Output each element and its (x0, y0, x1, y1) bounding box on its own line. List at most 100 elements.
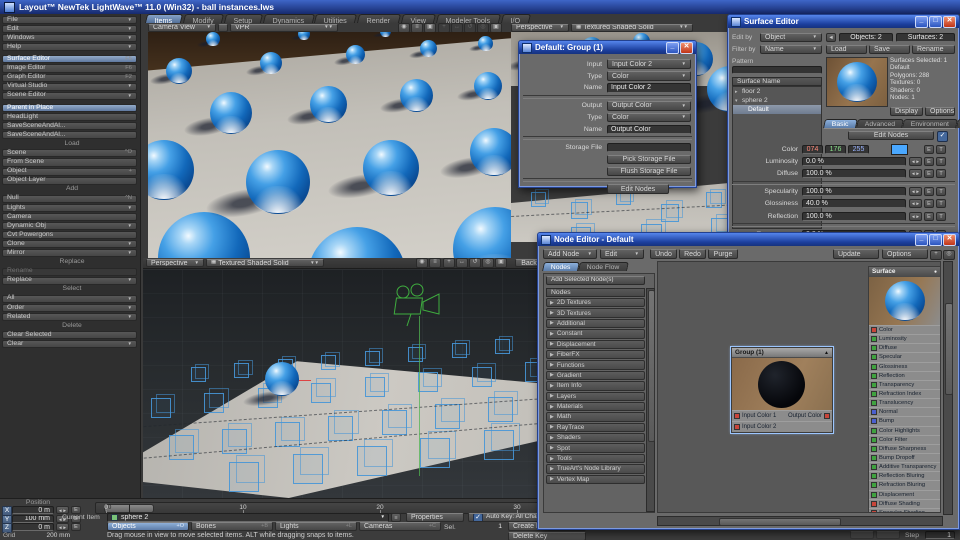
close-icon[interactable]: ✕ (943, 16, 956, 28)
nudge-buttons[interactable]: ◄► (909, 199, 922, 208)
nudge-buttons[interactable]: ◄► (56, 523, 69, 531)
tab-items[interactable]: Items (145, 14, 183, 23)
port-transparency[interactable]: Transparency (869, 380, 940, 389)
sidebar-item-from-scene[interactable]: From Scene (2, 158, 137, 166)
properties-button[interactable]: Properties (406, 513, 464, 522)
node-category-vertex-map[interactable]: ▶Vertex Map (546, 475, 645, 484)
envelope-button[interactable]: E (924, 187, 934, 196)
node-category-math[interactable]: ▶Math (546, 412, 645, 421)
pan-icon[interactable]: + (438, 23, 450, 33)
edit-nodes-checkbox[interactable]: ✓ (937, 131, 948, 142)
vp1-view-dropdown[interactable]: Camera View▼ (148, 24, 216, 32)
sidebar-item-savesceneandal-[interactable]: SaveSceneAndAl... (2, 122, 137, 130)
dialog-button-edit-nodes[interactable]: Edit Nodes (607, 184, 669, 194)
envelope-button[interactable]: E (71, 506, 81, 514)
texture-button[interactable]: T (936, 169, 946, 178)
node-category-materials[interactable]: ▶Materials (546, 402, 645, 411)
maximize-icon[interactable]: □ (929, 16, 942, 28)
cameras-filter-button[interactable]: Cameras+C (359, 522, 441, 531)
nodes-panel-scrollbar[interactable] (646, 288, 655, 512)
vp1-rendermode-dropdown[interactable]: VPR▼▼ (230, 24, 338, 32)
sidebar-item-dynamic-obj[interactable]: Dynamic Obj▼ (2, 222, 137, 230)
tab-dynamics[interactable]: Dynamics (262, 14, 314, 23)
sidebar-item-edit[interactable]: Edit▼ (2, 25, 137, 33)
load-button[interactable]: Load (826, 45, 867, 54)
surface-preview[interactable] (826, 57, 888, 107)
param-value[interactable]: 0.0 % (802, 157, 906, 166)
camera-wireframe-icon[interactable] (381, 280, 451, 330)
options-button[interactable]: Options (925, 107, 955, 116)
surface-list-item[interactable]: ▸floor 2 (733, 87, 821, 96)
delete-key-button[interactable]: Delete Key (508, 532, 586, 540)
texture-button[interactable]: T (936, 199, 946, 208)
dialog-dropdown[interactable]: Color▼ (607, 113, 691, 123)
viewport-perspective-bottom[interactable]: Perspective▼ ▦ Textured Shaded Solid▼▼ ◉… (143, 258, 548, 498)
texture-button[interactable]: T (936, 145, 946, 154)
rotate-icon[interactable]: ↺ (464, 23, 476, 33)
sidebar-item-camera[interactable]: Camera (2, 213, 137, 221)
dialog-dropdown[interactable]: Output Color▼ (607, 101, 691, 111)
node-category-constant[interactable]: ▶Constant (546, 329, 645, 338)
port-displacement[interactable]: Displacement (869, 490, 940, 499)
camera-icon[interactable]: ◉ (416, 258, 428, 268)
port-specular[interactable]: Specular (869, 352, 940, 361)
sidebar-item-savesceneandal-[interactable]: SaveSceneAndAl... (2, 131, 137, 139)
sidebar-item-clone[interactable]: Clone▼ (2, 240, 137, 248)
dialog-dropdown[interactable]: Input Color 2▼ (607, 59, 691, 69)
group-node-title[interactable]: Group (1) ▲ (732, 348, 832, 358)
add-selected-nodes-button[interactable]: Add Selected Node(s) (546, 276, 645, 285)
collapse-left-icon[interactable]: ◄ (826, 33, 836, 42)
texture-button[interactable]: T (936, 157, 946, 166)
dialog-button-flush-storage-file[interactable]: Flush Storage File (607, 167, 691, 177)
node-canvas[interactable]: Group (1) ▲ Input Color 1Output ColorInp… (657, 261, 941, 513)
pan-icon[interactable]: + (443, 258, 455, 268)
collapse-icon[interactable]: ▲ (824, 350, 829, 356)
sidebar-item-headlight[interactable]: HeadLight (2, 113, 137, 121)
edit-nodes-button[interactable]: Edit Nodes (848, 131, 934, 140)
param-value[interactable]: 100.0 % (802, 187, 906, 196)
sidebar-item-surface-editor[interactable]: Surface EditorF5 (2, 55, 137, 63)
window-icon[interactable]: ▣ (424, 23, 436, 33)
sidebar-item-parent-in-place[interactable]: Parent in Place (2, 104, 137, 112)
tab-utilities[interactable]: Utilities (314, 14, 357, 23)
param-value[interactable]: 40.0 % (802, 199, 906, 208)
port-diffuse[interactable]: Diffuse (869, 343, 940, 352)
port-reflection[interactable]: Reflection (869, 371, 940, 380)
dialog-input[interactable] (607, 143, 691, 153)
sidebar-item-cvt-powergons[interactable]: Cvt Powergons (2, 231, 137, 239)
color-channel-g[interactable]: 176 (825, 145, 846, 154)
envelope-button[interactable]: E (924, 212, 934, 221)
canvas-hscrollbar[interactable] (657, 516, 943, 526)
envelope-button[interactable]: E (924, 169, 934, 178)
node-category-shaders[interactable]: ▶Shaders (546, 433, 645, 442)
tab-environment[interactable]: Environment (902, 119, 958, 128)
surface-node-title[interactable]: Surface ● (869, 267, 940, 277)
port-output-color[interactable]: Output Color (788, 413, 830, 419)
envelope-button[interactable]: E (924, 145, 934, 154)
nudge-buttons[interactable]: ◄► (909, 157, 922, 166)
sidebar-item-object[interactable]: Object+ (2, 168, 137, 176)
node-category-layers[interactable]: ▶Layers (546, 392, 645, 401)
current-item-dropdown[interactable]: sphere 2 ▼ (107, 513, 389, 522)
sidebar-item-scene[interactable]: Scene^O (2, 149, 137, 157)
sidebar-item-windows[interactable]: Windows▼ (2, 34, 137, 42)
dialog-input[interactable]: Output Color (607, 125, 691, 135)
sidebar-item-rename[interactable]: Rename (2, 268, 137, 276)
tab-basic[interactable]: Basic (823, 119, 858, 128)
port-diffuse-sharpness[interactable]: Diffuse Sharpness (869, 444, 940, 453)
texture-button[interactable]: T (936, 187, 946, 196)
move-icon[interactable]: ↔ (451, 23, 463, 33)
texture-button[interactable]: T (936, 212, 946, 221)
port-bump[interactable]: Bump (869, 416, 940, 425)
port-reflection-bluring[interactable]: Reflection Bluring (869, 471, 940, 480)
group-node-port-row[interactable]: Input Color 1Output Color (732, 410, 832, 421)
minimize-icon[interactable]: _ (666, 42, 679, 54)
sidebar-item-virtual-studio[interactable]: Virtual Studio▼ (2, 83, 137, 91)
list-icon[interactable]: ≡ (429, 258, 441, 268)
save-button[interactable]: Save (869, 45, 910, 54)
envelope-button[interactable]: E (71, 523, 81, 531)
node-category-tools[interactable]: ▶Tools (546, 454, 645, 463)
tab-i-o[interactable]: I/O (501, 14, 531, 23)
node-category-displacement[interactable]: ▶Displacement (546, 340, 645, 349)
add-node-dropdown[interactable]: Add Node▼ (543, 249, 597, 259)
